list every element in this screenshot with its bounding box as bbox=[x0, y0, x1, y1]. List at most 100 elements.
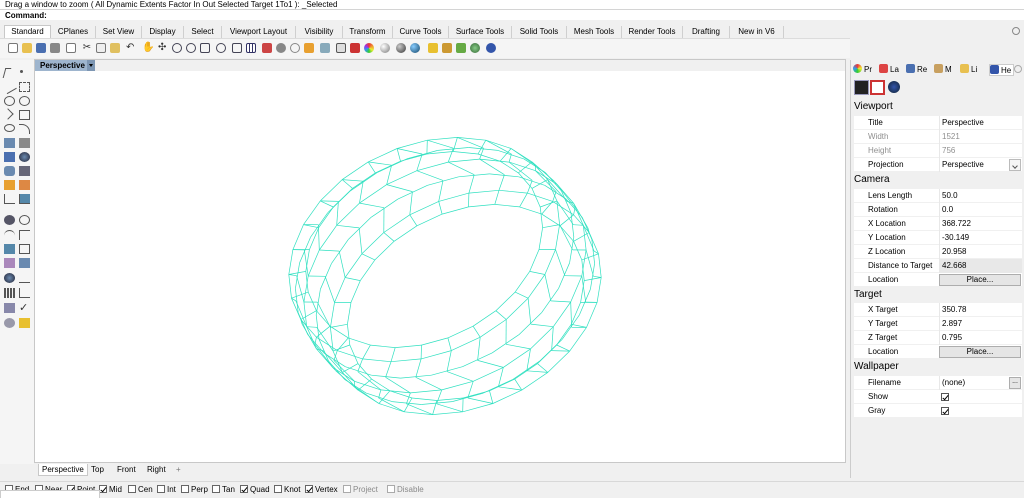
perspective-viewport[interactable] bbox=[35, 71, 845, 462]
viewport-properties-icon[interactable] bbox=[870, 80, 885, 95]
grid-icon[interactable] bbox=[4, 288, 15, 298]
osnap-project[interactable]: Project bbox=[343, 484, 378, 495]
light-icon[interactable] bbox=[428, 43, 438, 53]
tab-top[interactable]: Top bbox=[88, 464, 107, 476]
fillet-icon[interactable] bbox=[19, 124, 30, 134]
tab-help[interactable]: He bbox=[989, 64, 1015, 76]
osnap-cen-checkbox[interactable] bbox=[128, 485, 136, 493]
y-target-field[interactable]: 2.897 bbox=[939, 317, 1022, 331]
tab-render-tools[interactable]: Render Tools bbox=[622, 26, 683, 38]
properties-icon[interactable] bbox=[19, 318, 30, 328]
scale-icon[interactable] bbox=[19, 244, 30, 254]
tab-standard[interactable]: Standard bbox=[4, 25, 51, 38]
select-arrow-icon[interactable] bbox=[2, 68, 12, 78]
mirror-icon[interactable] bbox=[4, 258, 15, 268]
sphere-icon[interactable] bbox=[19, 152, 30, 162]
tab-display[interactable]: Display bbox=[142, 26, 184, 38]
gear-icon[interactable] bbox=[1012, 27, 1020, 35]
render-icon[interactable] bbox=[410, 43, 420, 53]
zoom-extents-icon[interactable] bbox=[200, 43, 210, 53]
tab-materials[interactable]: M bbox=[934, 64, 952, 76]
distance-field[interactable]: 42.668 bbox=[939, 259, 1022, 273]
panel-gear-icon[interactable] bbox=[1014, 65, 1022, 73]
tab-layers[interactable]: La bbox=[879, 64, 899, 76]
offset-icon[interactable] bbox=[4, 230, 15, 240]
tab-select[interactable]: Select bbox=[184, 26, 222, 38]
rotation-field[interactable]: 0.0 bbox=[939, 203, 1022, 217]
y-location-field[interactable]: -30.149 bbox=[939, 231, 1022, 245]
car-icon[interactable] bbox=[262, 43, 272, 53]
tab-solid-tools[interactable]: Solid Tools bbox=[512, 26, 567, 38]
tab-viewport-layout[interactable]: Viewport Layout bbox=[222, 26, 296, 38]
ellipse-icon[interactable] bbox=[4, 124, 15, 132]
circle-icon[interactable] bbox=[4, 96, 15, 106]
lens-length-field[interactable]: 50.0 bbox=[939, 189, 1022, 203]
rendered-icon[interactable] bbox=[396, 43, 406, 53]
point-icon[interactable] bbox=[20, 70, 23, 73]
box-icon[interactable] bbox=[4, 152, 15, 162]
osnap-disable-checkbox[interactable] bbox=[387, 485, 395, 493]
z-location-field[interactable]: 20.958 bbox=[939, 245, 1022, 259]
explode-icon[interactable] bbox=[19, 180, 30, 190]
floating-window-strip[interactable] bbox=[0, 490, 100, 498]
zoom-all-icon[interactable] bbox=[232, 43, 242, 53]
tab-curve-tools[interactable]: Curve Tools bbox=[393, 26, 449, 38]
osnap-perp[interactable]: Perp bbox=[181, 484, 208, 495]
extend-icon[interactable] bbox=[4, 194, 15, 204]
camera-icon[interactable] bbox=[854, 80, 869, 95]
osnap-knot-checkbox[interactable] bbox=[274, 485, 282, 493]
osnap-int-checkbox[interactable] bbox=[157, 485, 165, 493]
tab-cplanes[interactable]: CPlanes bbox=[51, 26, 96, 38]
rotate-view-icon[interactable]: ✣ bbox=[158, 43, 168, 53]
set-view-icon[interactable] bbox=[290, 43, 300, 53]
globe-icon[interactable] bbox=[470, 43, 480, 53]
check-icon[interactable]: ✓ bbox=[19, 303, 30, 314]
undo-icon[interactable]: ↶ bbox=[126, 43, 136, 53]
cplane-icon[interactable] bbox=[276, 43, 286, 53]
command-prompt[interactable]: Command: bbox=[0, 9, 1024, 20]
surface-icon[interactable] bbox=[4, 138, 15, 148]
osnap-disable[interactable]: Disable bbox=[387, 484, 424, 495]
tab-mesh-tools[interactable]: Mesh Tools bbox=[567, 26, 622, 38]
zoom-selected-icon[interactable] bbox=[216, 43, 226, 53]
curve-icon[interactable] bbox=[19, 82, 30, 92]
tools-icon[interactable] bbox=[442, 43, 452, 53]
browse-button[interactable]: ... bbox=[1009, 377, 1021, 389]
cut-icon[interactable]: ✂ bbox=[82, 43, 92, 53]
block-icon[interactable] bbox=[4, 303, 15, 313]
tab-properties[interactable]: Pr bbox=[853, 64, 872, 76]
cylinder-icon[interactable] bbox=[4, 166, 15, 176]
move-icon[interactable] bbox=[4, 244, 15, 254]
print-icon[interactable] bbox=[50, 43, 60, 53]
x-target-field[interactable]: 350.78 bbox=[939, 303, 1022, 317]
tab-libraries[interactable]: Li bbox=[960, 64, 977, 76]
help-icon[interactable] bbox=[486, 43, 496, 53]
save-icon[interactable] bbox=[36, 43, 46, 53]
open-icon[interactable] bbox=[22, 43, 32, 53]
tab-transform[interactable]: Transform bbox=[343, 26, 393, 38]
boolean-icon[interactable] bbox=[4, 180, 15, 190]
objects-icon[interactable] bbox=[888, 81, 900, 93]
hatch-icon[interactable] bbox=[19, 288, 30, 298]
add-viewport-tab[interactable]: + bbox=[173, 464, 184, 476]
select-icon[interactable] bbox=[304, 43, 314, 53]
z-target-field[interactable]: 0.795 bbox=[939, 331, 1022, 345]
target-place-button[interactable]: Place... bbox=[939, 346, 1021, 358]
osnap-cen[interactable]: Cen bbox=[128, 484, 153, 495]
camera-place-button[interactable]: Place... bbox=[939, 274, 1021, 286]
copy-icon[interactable] bbox=[96, 43, 106, 53]
osnap-tan[interactable]: Tan bbox=[212, 484, 235, 495]
tab-render[interactable]: Re bbox=[906, 64, 927, 76]
osnap-int[interactable]: Int bbox=[157, 484, 176, 495]
color-wheel-icon[interactable] bbox=[364, 43, 374, 53]
lock-icon[interactable] bbox=[336, 43, 346, 53]
options-icon[interactable] bbox=[456, 43, 466, 53]
osnap-tan-checkbox[interactable] bbox=[212, 485, 220, 493]
polyline-icon[interactable] bbox=[2, 79, 17, 95]
osnap-mid-checkbox[interactable] bbox=[99, 485, 107, 493]
import-icon[interactable] bbox=[66, 43, 76, 53]
gray-checkbox[interactable] bbox=[941, 407, 949, 415]
osnap-perp-checkbox[interactable] bbox=[181, 485, 189, 493]
trim-icon[interactable] bbox=[19, 194, 30, 204]
tab-front[interactable]: Front bbox=[114, 464, 139, 476]
